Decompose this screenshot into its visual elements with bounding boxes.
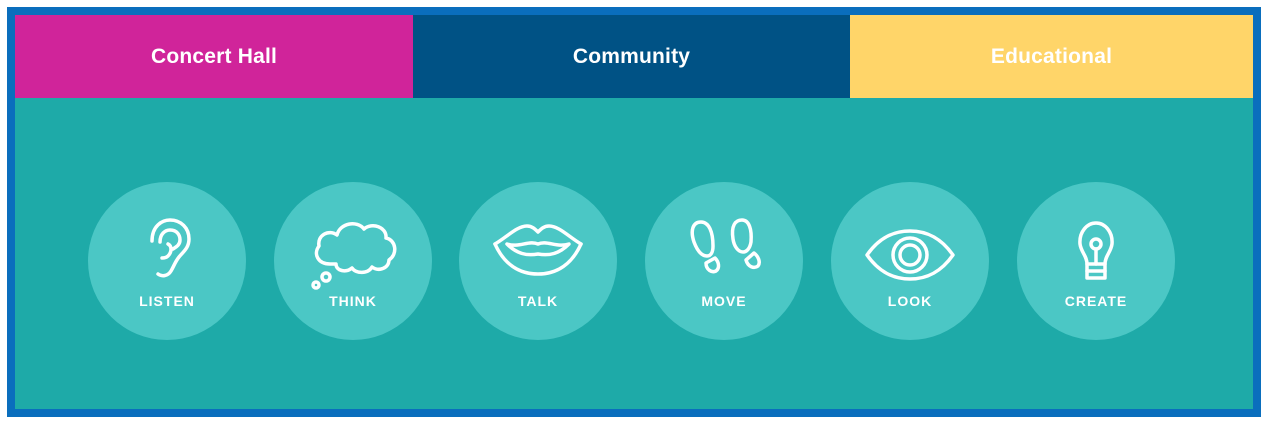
- activity-move[interactable]: MOVE: [645, 182, 803, 340]
- ear-icon: [150, 218, 191, 278]
- activity-talk[interactable]: TALK: [459, 182, 617, 340]
- activity-label: CREATE: [1064, 293, 1128, 309]
- lips-icon: [493, 224, 583, 276]
- tab-educational[interactable]: Educational: [850, 15, 1253, 98]
- activity-label: LOOK: [887, 293, 933, 309]
- activity-label: LISTEN: [139, 293, 195, 309]
- activity-label: TALK: [517, 293, 559, 309]
- tab-community[interactable]: Community: [413, 15, 850, 98]
- tab-concert-hall[interactable]: Concert Hall: [15, 15, 413, 98]
- footprints-icon: [690, 218, 761, 274]
- activity-label: MOVE: [701, 293, 747, 309]
- activity-look[interactable]: LOOK: [831, 182, 989, 340]
- activity-label: THINK: [329, 293, 377, 309]
- activity-create[interactable]: CREATE: [1017, 182, 1175, 340]
- eye-icon: [865, 229, 955, 281]
- thought-cloud-icon: [311, 222, 397, 290]
- category-tabs: Concert Hall Community Educational: [15, 15, 1253, 98]
- activity-listen[interactable]: LISTEN: [88, 182, 246, 340]
- lightbulb-icon: [1078, 221, 1114, 280]
- activity-think[interactable]: THINK: [274, 182, 432, 340]
- activity-panel: Concert Hall Community Educational LISTE…: [7, 7, 1261, 417]
